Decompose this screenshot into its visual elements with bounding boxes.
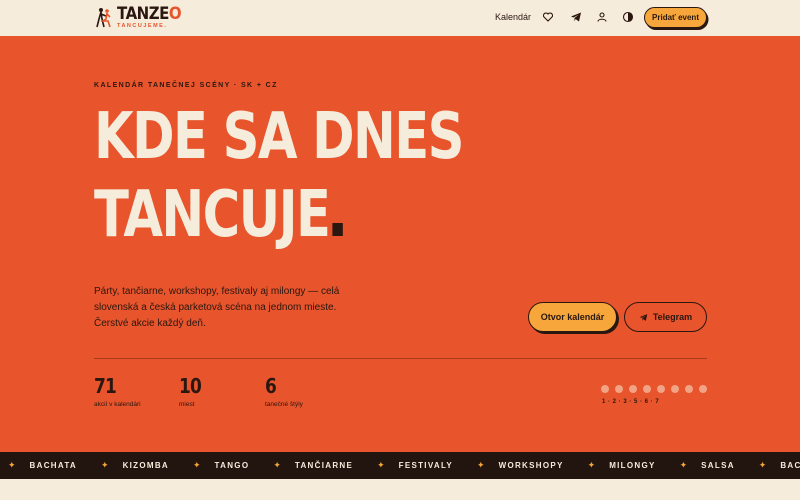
stat-value: 71: [94, 374, 117, 398]
ticker-item: KIZOMBA: [122, 461, 169, 470]
hero-description: Párty, tančiarne, workshopy, festivaly a…: [94, 286, 340, 329]
stat-styles: 6 tanečné štýly: [265, 374, 303, 408]
heart-icon[interactable]: [541, 10, 555, 24]
sparkle-icon: ✦: [587, 460, 596, 470]
sparkle-icon: ✦: [8, 460, 16, 470]
ticker-item: BACHATA: [780, 461, 800, 470]
ticker-item: BACHATA: [29, 461, 78, 470]
user-icon[interactable]: [595, 10, 609, 24]
sparkle-icon: ✦: [377, 460, 385, 470]
sparkle-icon: ✦: [758, 460, 767, 470]
stat-label: akcií v kalendári: [94, 401, 141, 408]
rhythm-dot: [629, 385, 637, 393]
theme-toggle-icon[interactable]: [621, 10, 635, 24]
page-bottom: [0, 479, 800, 500]
hero-eyebrow: KALENDÁR TANEČNEJ SCÉNY · SK + CZ: [94, 82, 278, 89]
ticker-item: MILONGY: [609, 461, 656, 470]
telegram-icon: [639, 313, 648, 321]
hero-divider: [94, 358, 707, 359]
sparkle-icon: ✦: [101, 460, 109, 470]
stat-label: tanečné štýly: [265, 401, 303, 408]
telegram-button[interactable]: Telegram: [624, 302, 707, 332]
open-calendar-button[interactable]: Otvor kalendár: [528, 302, 617, 332]
nav-calendar-link[interactable]: Kalendár: [495, 12, 531, 22]
rhythm-caption: 1 · 2 · 3 · 5 · 6 · 7: [602, 399, 660, 405]
logo-tagline: TANCUJEME.: [117, 23, 168, 29]
stat-value: 6: [265, 374, 277, 398]
headline-period-square: [332, 223, 343, 236]
site-header: TANZEO TANCUJEME. Kalendár Pridať event: [0, 0, 800, 36]
stat-cities: 10 miest: [179, 374, 205, 408]
rhythm-dot: [685, 385, 693, 393]
dancers-icon: [96, 7, 111, 28]
stat-events: 71 akcií v kalendári: [94, 374, 141, 408]
ticker-item: TANČIARNE: [294, 461, 354, 470]
add-event-button[interactable]: Pridať event: [644, 7, 707, 28]
rhythm-dots: [601, 385, 707, 393]
rhythm-dot: [643, 385, 651, 393]
sparkle-icon: ✦: [679, 460, 688, 470]
headline-line-2: TANCUJE: [94, 178, 331, 252]
ticker-item: SALSA: [701, 461, 735, 470]
hero-headline: KDE SA DNES TANCUJE: [94, 98, 465, 254]
logo-name: TANZEO: [117, 3, 182, 24]
logo[interactable]: TANZEO TANCUJEME.: [95, 3, 182, 30]
telegram-icon[interactable]: [569, 10, 583, 24]
hero-section: KALENDÁR TANEČNEJ SCÉNY · SK + CZ KDE SA…: [0, 36, 800, 452]
ticker-item: FESTIVALY: [398, 461, 454, 470]
stat-value: 10: [179, 374, 202, 398]
rhythm-dot: [671, 385, 679, 393]
rhythm-dot: [615, 385, 623, 393]
dance-styles-ticker: ✦ BACHATA ✦ KIZOMBA ✦ TANGO ✦ TANČIARNE ✦ FESTIVA…: [0, 452, 800, 479]
sparkle-icon: ✦: [477, 460, 485, 470]
rhythm-dot: [601, 385, 609, 393]
rhythm-dot: [699, 385, 707, 393]
stat-label: miest: [179, 401, 195, 408]
rhythm-dot: [657, 385, 665, 393]
sparkle-icon: ✦: [273, 460, 281, 470]
headline-line-1: KDE SA DNES: [94, 100, 465, 174]
telegram-button-label: Telegram: [652, 312, 693, 322]
ticker-item: WORKSHOPY: [498, 461, 564, 470]
ticker-track: ✦ BACHATA ✦ KIZOMBA ✦ TANGO ✦ TANČIARNE ✦ FESTIVA…: [8, 452, 800, 479]
sparkle-icon: ✦: [193, 460, 201, 470]
ticker-item: TANGO: [214, 461, 250, 470]
